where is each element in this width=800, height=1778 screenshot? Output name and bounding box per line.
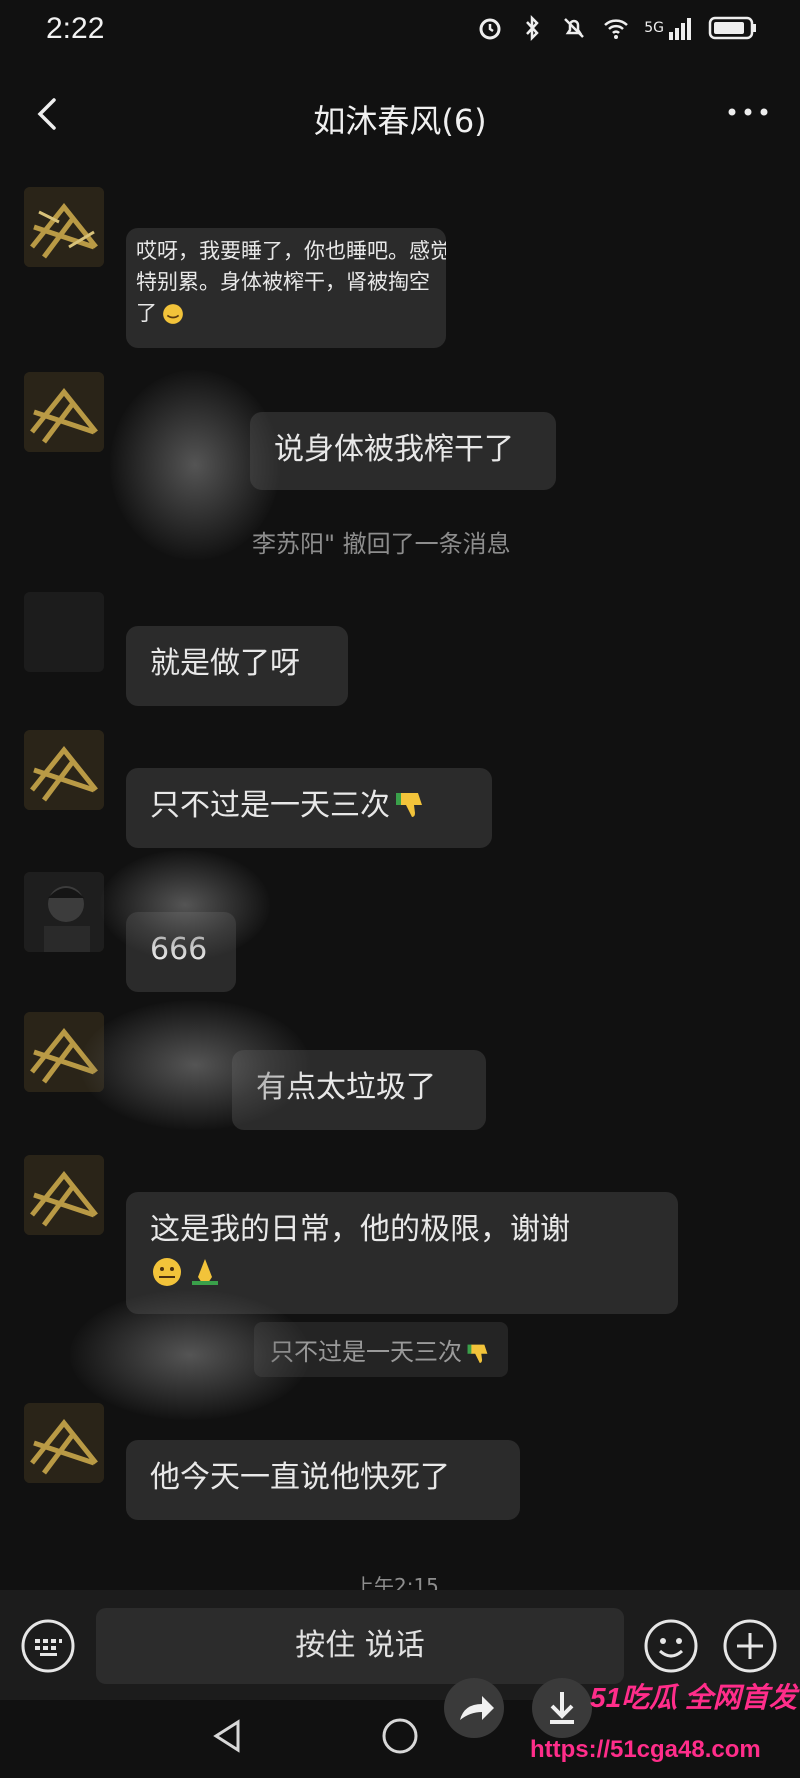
message-bubble[interactable]: 他今天一直说他快死了 [126, 1440, 520, 1520]
message-text: 就是做了呀 [150, 646, 300, 681]
watermark-brand: 51吃瓜 全网首发 [590, 1682, 797, 1713]
message-text: 说身体被我榨干了 [274, 432, 514, 467]
message-bubble[interactable]: 就是做了呀 [126, 626, 348, 706]
chat-title: 如沐春风(6) [313, 102, 487, 140]
thumbs-down-icon [396, 793, 422, 817]
network-type: 5G [644, 20, 664, 36]
censor-smudge [110, 370, 280, 560]
more-dots-icon[interactable] [726, 100, 770, 124]
message-bubble[interactable]: 哎呀，我要睡了，你也睡吧。感觉 特别累。身体被榨干，肾被掏空 了 [126, 228, 446, 348]
plus-circle-icon[interactable] [722, 1618, 778, 1674]
nav-back-icon[interactable] [208, 1716, 248, 1756]
folded-hands-icon [192, 1259, 218, 1285]
message-line: 了 [136, 298, 436, 329]
message-text: 只不过是一天三次 [150, 788, 390, 823]
censor-smudge [80, 1000, 310, 1130]
avatar[interactable] [24, 1155, 104, 1235]
share-icon[interactable] [442, 1676, 506, 1740]
keyboard-icon[interactable] [20, 1618, 76, 1674]
alarm-icon [479, 18, 501, 40]
message-text: 这是我的日常，他的极限，谢谢 [150, 1212, 570, 1247]
smiley-icon[interactable] [643, 1618, 699, 1674]
timestamp: 上午2:15 [354, 1576, 439, 1590]
message-line: 哎呀，我要睡了，你也睡吧。感觉 [136, 239, 446, 263]
censor-smudge [70, 1290, 310, 1420]
censor-smudge [100, 850, 270, 960]
status-bar: 2:22 5G [0, 0, 800, 64]
signal-icon [669, 18, 691, 40]
avatar[interactable] [24, 1403, 104, 1483]
mute-icon [564, 18, 585, 38]
wifi-icon [604, 19, 629, 39]
message-line: 特别累。身体被榨干，肾被掏空 [136, 270, 430, 294]
nav-home-icon[interactable] [380, 1716, 420, 1756]
avatar[interactable] [24, 187, 104, 267]
thumbs-down-icon [467, 1344, 488, 1363]
avatar[interactable] [24, 592, 104, 672]
recall-notice: 李苏阳" 撤回了一条消息 [252, 530, 511, 558]
chat-header: 如沐春风(6) [0, 64, 800, 174]
avatar[interactable] [24, 730, 104, 810]
battery-icon [708, 16, 756, 40]
avatar[interactable] [24, 372, 104, 452]
emoji-row [150, 1252, 654, 1296]
message-text: 他今天一直说他快死了 [150, 1460, 450, 1495]
message-bubble[interactable]: 说身体被我榨干了 [250, 412, 556, 490]
bluetooth-icon [526, 14, 539, 42]
download-icon[interactable] [530, 1676, 594, 1740]
message-bubble[interactable]: 只不过是一天三次 [126, 768, 492, 848]
status-icons: 5G [476, 14, 758, 42]
status-time: 2:22 [46, 12, 105, 45]
hold-to-talk-button[interactable]: 按住 说话 [96, 1608, 624, 1684]
zipper-face-icon [153, 1258, 181, 1286]
avatar[interactable] [24, 872, 104, 952]
watermark-url: https://51cga48.com [530, 1736, 761, 1763]
emoji-icon [163, 304, 183, 324]
